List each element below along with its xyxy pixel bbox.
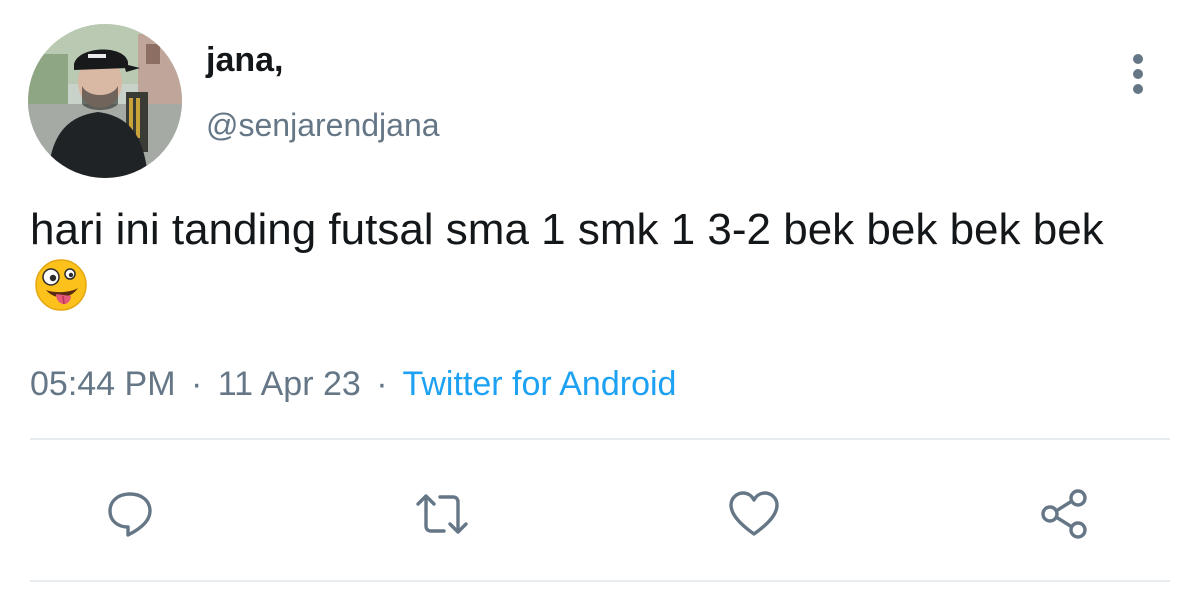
retweet-button[interactable]: [412, 484, 472, 544]
meta-separator: ·: [376, 365, 388, 403]
more-options-button[interactable]: [1118, 48, 1158, 100]
user-handle[interactable]: @senjarendjana: [206, 106, 440, 144]
reply-icon: [108, 492, 152, 537]
reply-button[interactable]: [100, 484, 160, 544]
tweet-text: hari ini tanding futsal sma 1 smk 1 3-2 …: [30, 202, 1160, 316]
zany-face-emoji: [34, 258, 88, 312]
tweet-meta: 05:44 PM · 11 Apr 23 · Twitter for Andro…: [30, 362, 676, 406]
share-icon: [1041, 489, 1087, 539]
share-button[interactable]: [1036, 484, 1096, 544]
more-vertical-icon: [1133, 54, 1143, 94]
tweet-body: hari ini tanding futsal sma 1 smk 1 3-2 …: [30, 205, 1104, 254]
avatar[interactable]: [28, 24, 182, 178]
like-button[interactable]: [724, 484, 784, 544]
divider: [30, 438, 1170, 440]
retweet-icon: [416, 494, 468, 534]
tweet-date: 11 Apr 23: [217, 365, 361, 403]
meta-separator: ·: [190, 365, 203, 403]
display-name[interactable]: jana,: [206, 40, 283, 80]
avatar-photo: [28, 24, 182, 178]
divider: [30, 580, 1170, 582]
tweet-source-link[interactable]: Twitter for Android: [402, 365, 676, 403]
tweet-time: 05:44 PM: [30, 365, 176, 403]
tweet-card: jana, @senjarendjana hari ini tanding fu…: [0, 0, 1200, 600]
heart-icon: [729, 491, 779, 536]
